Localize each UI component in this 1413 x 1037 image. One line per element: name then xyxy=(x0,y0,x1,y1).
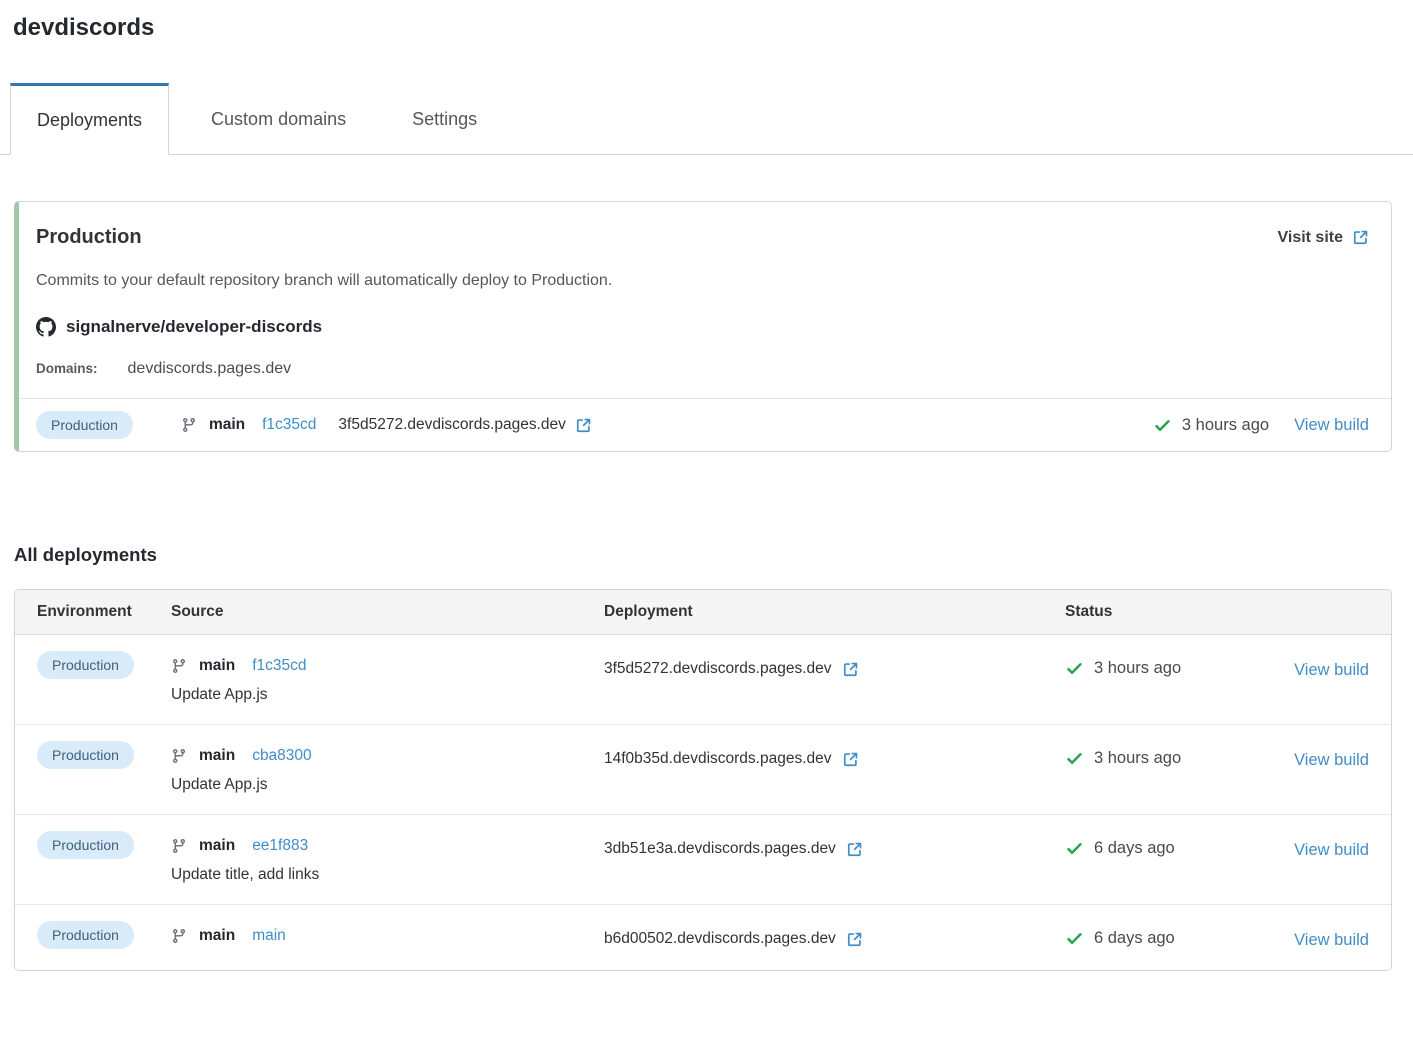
commit-message: Update title, add links xyxy=(171,866,604,884)
column-header-environment: Environment xyxy=(37,590,171,634)
status-time: 6 days ago xyxy=(1094,929,1175,948)
column-header-action xyxy=(1284,590,1369,634)
commit-message: Update App.js xyxy=(171,686,604,704)
deployment-url: b6d00502.devdiscords.pages.dev xyxy=(604,930,836,948)
tab-deployments[interactable]: Deployments xyxy=(10,83,169,155)
deployment-url: 3f5d5272.devdiscords.pages.dev xyxy=(338,416,566,434)
view-build-link[interactable]: View build xyxy=(1294,751,1369,769)
column-header-deployment: Deployment xyxy=(604,590,1065,634)
view-build-link[interactable]: View build xyxy=(1294,661,1369,679)
table-row: Production main main b6d00502.devdiscord… xyxy=(15,905,1391,970)
commit-link[interactable]: main xyxy=(252,927,286,945)
check-icon xyxy=(1065,839,1084,858)
commit-link[interactable]: cba8300 xyxy=(252,747,311,765)
commit-link[interactable]: f1c35cd xyxy=(262,416,316,434)
status-time: 3 hours ago xyxy=(1182,416,1269,435)
view-build-link[interactable]: View build xyxy=(1294,841,1369,859)
deployment-url-link[interactable]: b6d00502.devdiscords.pages.dev xyxy=(604,930,1065,948)
table-row: Production main ee1f883 Update title, ad… xyxy=(15,815,1391,905)
column-header-source: Source xyxy=(171,590,604,634)
branch-name: main xyxy=(199,747,235,765)
table-row: Production main cba8300 Update App.js 14… xyxy=(15,725,1391,815)
status-time: 6 days ago xyxy=(1094,839,1175,858)
environment-badge: Production xyxy=(37,651,134,679)
check-icon xyxy=(1153,416,1172,435)
repo-link[interactable]: signalnerve/developer-discords xyxy=(36,317,1369,337)
view-build-link[interactable]: View build xyxy=(1294,931,1369,949)
domains-label: Domains: xyxy=(36,361,98,376)
check-icon xyxy=(1065,749,1084,768)
production-description: Commits to your default repository branc… xyxy=(36,272,1369,290)
environment-badge: Production xyxy=(36,411,133,439)
commit-message: Update App.js xyxy=(171,776,604,794)
external-link-icon xyxy=(842,661,859,678)
production-card: Production Visit site Commits to your de… xyxy=(14,201,1392,452)
source-group: main f1c35cd xyxy=(181,416,316,434)
branch-name: main xyxy=(199,837,235,855)
status-time: 3 hours ago xyxy=(1094,659,1181,678)
branch-name: main xyxy=(199,927,235,945)
tab-bar: Deployments Custom domains Settings xyxy=(0,82,1413,155)
all-deployments-title: All deployments xyxy=(14,544,1413,566)
git-branch-icon xyxy=(171,748,187,764)
domain-value: devdiscords.pages.dev xyxy=(128,360,292,378)
external-link-icon xyxy=(846,841,863,858)
status-time: 3 hours ago xyxy=(1094,749,1181,768)
git-branch-icon xyxy=(171,928,187,944)
table-row: Production main f1c35cd Update App.js 3f… xyxy=(15,635,1391,725)
deployments-table: Environment Source Deployment Status Pro… xyxy=(14,589,1392,971)
column-header-status: Status xyxy=(1065,590,1284,634)
deployment-url: 14f0b35d.devdiscords.pages.dev xyxy=(604,750,832,768)
git-branch-icon xyxy=(171,838,187,854)
deployment-url-link[interactable]: 3f5d5272.devdiscords.pages.dev xyxy=(338,416,592,434)
environment-badge: Production xyxy=(37,831,134,859)
deployment-url: 3f5d5272.devdiscords.pages.dev xyxy=(604,660,832,678)
deployment-url-link[interactable]: 14f0b35d.devdiscords.pages.dev xyxy=(604,750,1065,768)
repo-name: signalnerve/developer-discords xyxy=(66,317,322,337)
check-icon xyxy=(1065,659,1084,678)
branch-name: main xyxy=(209,416,245,434)
commit-link[interactable]: ee1f883 xyxy=(252,837,308,855)
tab-custom-domains[interactable]: Custom domains xyxy=(187,82,370,154)
domains-row: Domains: devdiscords.pages.dev xyxy=(36,360,1369,378)
table-header-row: Environment Source Deployment Status xyxy=(15,590,1391,635)
github-icon xyxy=(36,317,56,337)
visit-site-link[interactable]: Visit site xyxy=(1277,229,1369,247)
external-link-icon xyxy=(846,931,863,948)
environment-badge: Production xyxy=(37,741,134,769)
git-branch-icon xyxy=(181,417,197,433)
production-deployment-row: Production main f1c35cd 3f5d5272.devdisc… xyxy=(19,398,1391,451)
deployment-url-link[interactable]: 3db51e3a.devdiscords.pages.dev xyxy=(604,840,1065,858)
deployment-url-link[interactable]: 3f5d5272.devdiscords.pages.dev xyxy=(604,660,1065,678)
deployment-url: 3db51e3a.devdiscords.pages.dev xyxy=(604,840,836,858)
external-link-icon xyxy=(575,417,592,434)
page-title: devdiscords xyxy=(0,0,1413,42)
production-card-title: Production xyxy=(36,226,142,249)
environment-badge: Production xyxy=(37,921,134,949)
external-link-icon xyxy=(842,751,859,768)
tab-settings[interactable]: Settings xyxy=(388,82,501,154)
branch-name: main xyxy=(199,657,235,675)
commit-link[interactable]: f1c35cd xyxy=(252,657,306,675)
check-icon xyxy=(1065,929,1084,948)
view-build-link[interactable]: View build xyxy=(1294,416,1369,435)
external-link-icon xyxy=(1352,229,1369,246)
visit-site-label: Visit site xyxy=(1277,229,1343,247)
git-branch-icon xyxy=(171,658,187,674)
